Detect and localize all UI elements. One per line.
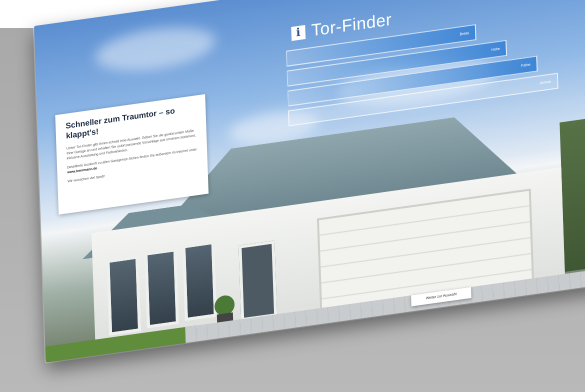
house-window — [144, 248, 180, 329]
house-window — [106, 255, 142, 336]
cloud — [94, 20, 216, 78]
front-door — [238, 240, 278, 322]
info-card: Schneller zum Traumtor – so klappt's! Un… — [55, 94, 209, 215]
house-window — [182, 240, 217, 322]
info-logo-icon: i — [291, 25, 306, 41]
